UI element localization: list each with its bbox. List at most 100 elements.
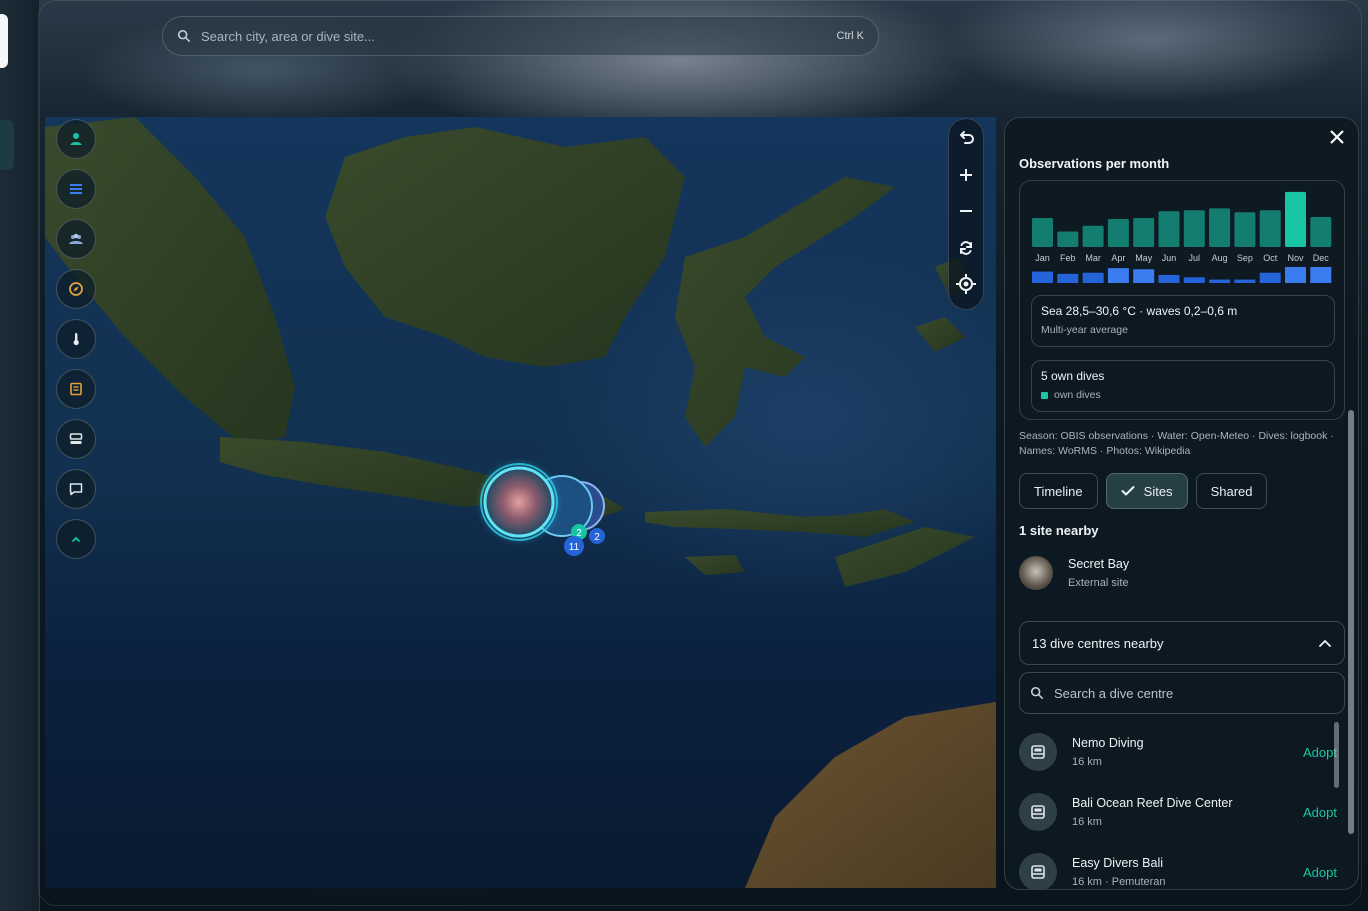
community-button[interactable] [56, 219, 96, 259]
observation-bar [1158, 211, 1180, 247]
conditions-bar [1032, 271, 1053, 283]
observation-bar [1133, 218, 1155, 247]
dive-centre-distance: 16 km [1072, 756, 1102, 768]
tab-label: Timeline [1034, 483, 1083, 499]
app-sidebar-edge [0, 0, 40, 911]
logbook-icon [70, 382, 82, 396]
undo-icon [960, 131, 974, 145]
month-tick-label: Nov [1287, 253, 1304, 263]
conditions-bar [1310, 267, 1332, 283]
observations-chart: Jan Feb Mar Apr May Jun Jul Aug Sep Oct Nov Dec Sea… [1019, 180, 1345, 420]
zoom-in-button[interactable] [954, 163, 978, 186]
dive-centre-name: Easy Divers Bali [1072, 856, 1163, 870]
search-bar[interactable]: Search city, area or dive site... Ctrl K [162, 16, 879, 56]
profile-button[interactable] [56, 119, 96, 159]
tab-shared[interactable]: Shared [1195, 473, 1268, 509]
cluster-badge: 11 [564, 536, 584, 556]
store-icon [1019, 853, 1057, 889]
own-dives-legend-label: own dives [1054, 389, 1101, 401]
rotate-icon [960, 240, 972, 255]
sea-conditions-note: Multi-year average [1041, 324, 1128, 336]
dive-centre-item[interactable]: Bali Ocean Reef Dive Center 16 km Adopt [1019, 790, 1337, 834]
observation-bar [1209, 208, 1231, 247]
explore-button[interactable] [56, 269, 96, 309]
adopt-button[interactable]: Adopt [1303, 865, 1337, 880]
search-icon [1030, 686, 1044, 700]
user-icon [70, 133, 82, 145]
dive-centre-item[interactable]: Easy Divers Bali 16 km · Pemuteran Adopt [1019, 850, 1337, 889]
search-icon [177, 29, 191, 43]
centres-scrollbar[interactable] [1334, 722, 1339, 788]
conditions-bar [1259, 272, 1281, 283]
observation-bar [1107, 218, 1129, 247]
dive-site-cluster[interactable]: 2 11 2 [474, 458, 614, 558]
search-input[interactable]: Search city, area or dive site... [201, 29, 837, 44]
tab-label: Sites [1143, 483, 1173, 499]
observation-bar [1310, 217, 1332, 247]
sidebar-active-tab[interactable] [0, 120, 14, 170]
store-icon [1019, 793, 1057, 831]
dive-centre-item[interactable]: Nemo Diving 16 km Adopt [1019, 730, 1337, 774]
own-dives-legend-swatch [1041, 391, 1048, 399]
sea-conditions-value: Sea 28,5–30,6 °C · waves 0,2–0,6 m [1041, 304, 1238, 318]
dive-centre-search[interactable]: Search a dive centre [1019, 672, 1345, 714]
dive-centre-distance: 16 km [1072, 816, 1102, 828]
zoom-out-button[interactable] [954, 200, 978, 223]
observation-bar [1057, 231, 1079, 247]
site-list-item[interactable]: Secret Bay External site [1019, 556, 1129, 590]
locate-icon [956, 274, 976, 295]
observations-chart-svg: Jan Feb Mar Apr May Jun Jul Aug Sep Oct Nov Dec [1032, 191, 1332, 283]
month-tick-label: Oct [1263, 253, 1278, 263]
svg-text:11: 11 [569, 542, 580, 553]
own-dives-count: 5 own dives [1041, 369, 1105, 383]
sea-conditions-card: Sea 28,5–30,6 °C · waves 0,2–0,6 m Multi… [1031, 295, 1335, 347]
data-sources-line: Season: OBIS observations · Water: Open-… [1019, 430, 1334, 442]
month-tick-label: Mar [1085, 253, 1101, 263]
group-icon [69, 233, 83, 244]
month-tick-label: Feb [1060, 253, 1076, 263]
store-icon [1019, 733, 1057, 771]
data-sources: Season: OBIS observations · Water: Open-… [1019, 429, 1349, 459]
observation-bar [1032, 218, 1053, 247]
month-tick-label: Apr [1111, 253, 1125, 263]
zoom-in-icon [960, 168, 972, 181]
adopt-button[interactable]: Adopt [1303, 805, 1337, 820]
site-type: External site [1068, 577, 1129, 589]
close-panel-button[interactable] [1326, 126, 1348, 148]
tab-sites[interactable]: Sites [1105, 473, 1188, 509]
adopt-button[interactable]: Adopt [1303, 745, 1337, 760]
site-photo [1019, 556, 1053, 590]
observation-bar [1183, 210, 1205, 247]
chevron-up-icon [72, 536, 80, 542]
chat-button[interactable] [56, 469, 96, 509]
undo-button[interactable] [954, 127, 978, 150]
conditions-bar [1057, 273, 1079, 283]
dive-centres-toggle[interactable]: 13 dive centres nearby [1019, 621, 1345, 665]
list-button[interactable] [56, 169, 96, 209]
sidebar-tab[interactable] [0, 14, 8, 68]
thermometer-icon [73, 333, 79, 346]
logbook-button[interactable] [56, 369, 96, 409]
rotate-button[interactable] [954, 236, 978, 259]
collapse-rail-button[interactable] [56, 519, 96, 559]
observation-bar [1259, 210, 1281, 247]
conditions-bar [1285, 267, 1306, 283]
water-temp-button[interactable] [56, 319, 96, 359]
conditions-bar [1209, 279, 1231, 283]
tab-timeline[interactable]: Timeline [1019, 473, 1098, 509]
map-controls [948, 118, 984, 310]
dive-centre-search-input[interactable]: Search a dive centre [1054, 686, 1173, 701]
svg-text:2: 2 [594, 532, 600, 543]
site-detail-panel: Observations per month Jan Feb Mar Apr May Ju… [1004, 117, 1359, 890]
panel-scrollbar[interactable] [1348, 410, 1354, 834]
equipment-button[interactable] [56, 419, 96, 459]
observation-bar [1082, 225, 1104, 247]
locate-button[interactable] [954, 273, 978, 296]
month-tick-label: Sep [1237, 253, 1253, 263]
observation-bar [1234, 212, 1256, 247]
chevron-up-icon [1319, 639, 1331, 647]
month-tick-label: May [1135, 253, 1153, 263]
month-tick-label: Aug [1212, 253, 1228, 263]
tab-label: Shared [1210, 483, 1253, 499]
close-icon [1330, 130, 1344, 144]
